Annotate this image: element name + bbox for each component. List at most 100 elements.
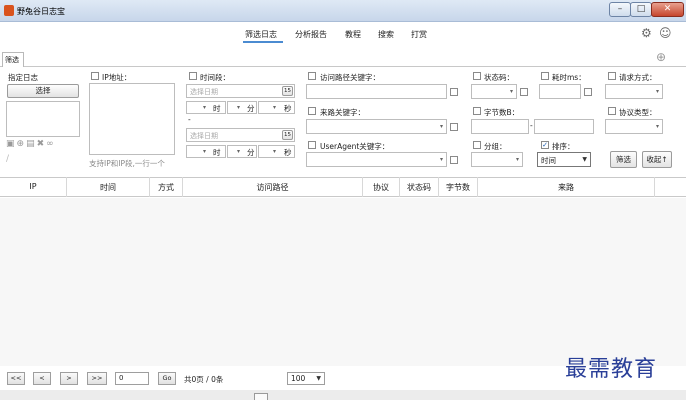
page-number-input[interactable]: 0 — [115, 372, 149, 385]
column-path[interactable]: 访问路径 — [183, 182, 362, 193]
group-select[interactable]: ▾ — [471, 152, 523, 167]
end-date-input[interactable]: 选择日期 15 — [186, 128, 295, 142]
start-hour-select[interactable]: ▾ 时 — [186, 101, 226, 114]
link-icon[interactable]: ∞ — [46, 139, 56, 149]
time-range-checkbox[interactable] — [189, 72, 197, 80]
gear-icon[interactable]: ⚙ — [641, 26, 652, 40]
protocol-select[interactable]: ▾ — [605, 119, 663, 134]
sort-select[interactable]: 时间 ▼ — [537, 152, 591, 167]
select-all-icon[interactable]: ▣ — [6, 139, 17, 149]
filter-button[interactable]: 筛选 — [610, 151, 637, 168]
column-ip[interactable]: IP — [0, 182, 66, 191]
tab-strip — [0, 50, 686, 67]
referer-exclude-checkbox[interactable] — [450, 123, 458, 131]
plus-circle-icon[interactable]: ⊕ — [656, 50, 666, 64]
menu-tutorial[interactable]: 教程 — [345, 29, 361, 40]
path-keyword-input[interactable] — [306, 84, 447, 99]
ip-label: IP地址： — [102, 73, 132, 82]
useragent-keyword-select[interactable]: ▾ — [306, 152, 447, 167]
referer-keyword-select[interactable]: ▾ — [306, 119, 447, 134]
bytes-max-input[interactable] — [534, 119, 594, 134]
time-ms-exclude-checkbox[interactable] — [584, 88, 592, 96]
column-protocol[interactable]: 协议 — [363, 182, 399, 193]
menu-analysis-report[interactable]: 分析报告 — [295, 29, 327, 40]
column-referer[interactable]: 来路 — [478, 182, 654, 193]
group-label: 分组： — [484, 142, 507, 151]
page-size-select[interactable]: 100 ▼ — [287, 372, 325, 385]
go-button[interactable]: Go — [158, 372, 176, 385]
status-code-select[interactable]: ▾ — [471, 84, 517, 99]
sort-label: 排序： — [552, 142, 575, 151]
column-time[interactable]: 时间 — [67, 182, 149, 193]
log-action-icons[interactable]: ▣⊕▤✖∞ — [6, 139, 56, 149]
calendar-icon[interactable]: 15 — [282, 86, 293, 96]
bytes-checkbox[interactable] — [473, 107, 481, 115]
end-second-select[interactable]: ▾ 秒 — [258, 145, 295, 158]
ip-hint: 支持IP和IP段,一行一个 — [89, 159, 165, 168]
end-hour-select[interactable]: ▾ 时 — [186, 145, 226, 158]
group-checkbox[interactable] — [473, 141, 481, 149]
minimize-button[interactable]: – — [609, 2, 631, 17]
watermark-text: 最需教育 — [565, 357, 658, 382]
menu-bar — [0, 22, 686, 48]
path-keyword-checkbox[interactable] — [308, 72, 316, 80]
path-keyword-label: 访问路径关键字： — [320, 73, 380, 82]
start-minute-select[interactable]: ▾ 分 — [227, 101, 257, 114]
sort-checkbox[interactable]: ✓ — [541, 141, 549, 149]
menu-search[interactable]: 搜索 — [378, 29, 394, 40]
time-ms-checkbox[interactable] — [541, 72, 549, 80]
time-range-label: 时间段： — [200, 73, 230, 82]
status-exclude-checkbox[interactable] — [520, 88, 528, 96]
ip-checkbox[interactable] — [91, 72, 99, 80]
column-bytes[interactable]: 字节数 — [439, 182, 477, 193]
bytes-min-input[interactable] — [471, 119, 529, 134]
next-page-button[interactable]: > — [60, 372, 78, 385]
chart-icon[interactable]: ▤ — [26, 139, 37, 149]
calendar-icon[interactable]: 15 — [282, 130, 293, 140]
method-checkbox[interactable] — [608, 72, 616, 80]
time-ms-label: 耗时ms： — [552, 73, 586, 82]
clear-icon[interactable]: ✖ — [37, 139, 47, 149]
log-label: 指定日志 — [8, 73, 38, 82]
first-page-button[interactable]: << — [7, 372, 25, 385]
maximize-button[interactable]: □ — [630, 2, 652, 17]
method-select[interactable]: ▾ — [605, 84, 663, 99]
useragent-keyword-checkbox[interactable] — [308, 141, 316, 149]
status-bar — [0, 390, 686, 400]
status-code-checkbox[interactable] — [473, 72, 481, 80]
app-logo-icon — [4, 5, 14, 16]
table-body[interactable] — [0, 198, 686, 366]
bytes-label: 字节数B： — [484, 108, 520, 117]
protocol-checkbox[interactable] — [608, 107, 616, 115]
close-button[interactable]: ✕ — [651, 2, 684, 17]
ip-textarea[interactable] — [89, 83, 175, 155]
log-list[interactable] — [6, 101, 80, 137]
end-minute-select[interactable]: ▾ 分 — [227, 145, 257, 158]
window-title: 野兔谷日志宝 — [17, 7, 65, 16]
referer-keyword-checkbox[interactable] — [308, 107, 316, 115]
column-method[interactable]: 方式 — [150, 182, 182, 193]
method-label: 请求方式： — [619, 73, 657, 82]
select-log-button[interactable]: 选择 — [7, 84, 79, 98]
time-ms-input[interactable] — [539, 84, 581, 99]
last-page-button[interactable]: >> — [87, 372, 107, 385]
start-date-input[interactable]: 选择日期 15 — [186, 84, 295, 98]
protocol-label: 协议类型： — [619, 108, 657, 117]
column-status[interactable]: 状态码 — [400, 182, 438, 193]
tab-filter[interactable]: 筛选 — [2, 52, 24, 67]
collapse-button[interactable]: 收起↑ — [642, 151, 672, 168]
useragent-exclude-checkbox[interactable] — [450, 156, 458, 164]
bytes-range-separator: - — [530, 121, 533, 130]
splitter-handle[interactable] — [254, 393, 268, 400]
add-icon[interactable]: ⊕ — [17, 139, 27, 149]
pager-summary: 共0页 / 0条 — [184, 375, 224, 384]
start-second-select[interactable]: ▾ 秒 — [258, 101, 295, 114]
menu-filter-log[interactable]: 筛选日志 — [245, 29, 277, 40]
title-bar — [0, 0, 686, 22]
menu-donate[interactable]: 打赏 — [411, 29, 427, 40]
path-exclude-checkbox[interactable] — [450, 88, 458, 96]
prev-page-button[interactable]: < — [33, 372, 51, 385]
smiley-icon[interactable]: ☺ — [659, 26, 672, 40]
column-divider[interactable] — [654, 177, 655, 197]
unlink-icon[interactable]: ∕ — [6, 154, 9, 164]
